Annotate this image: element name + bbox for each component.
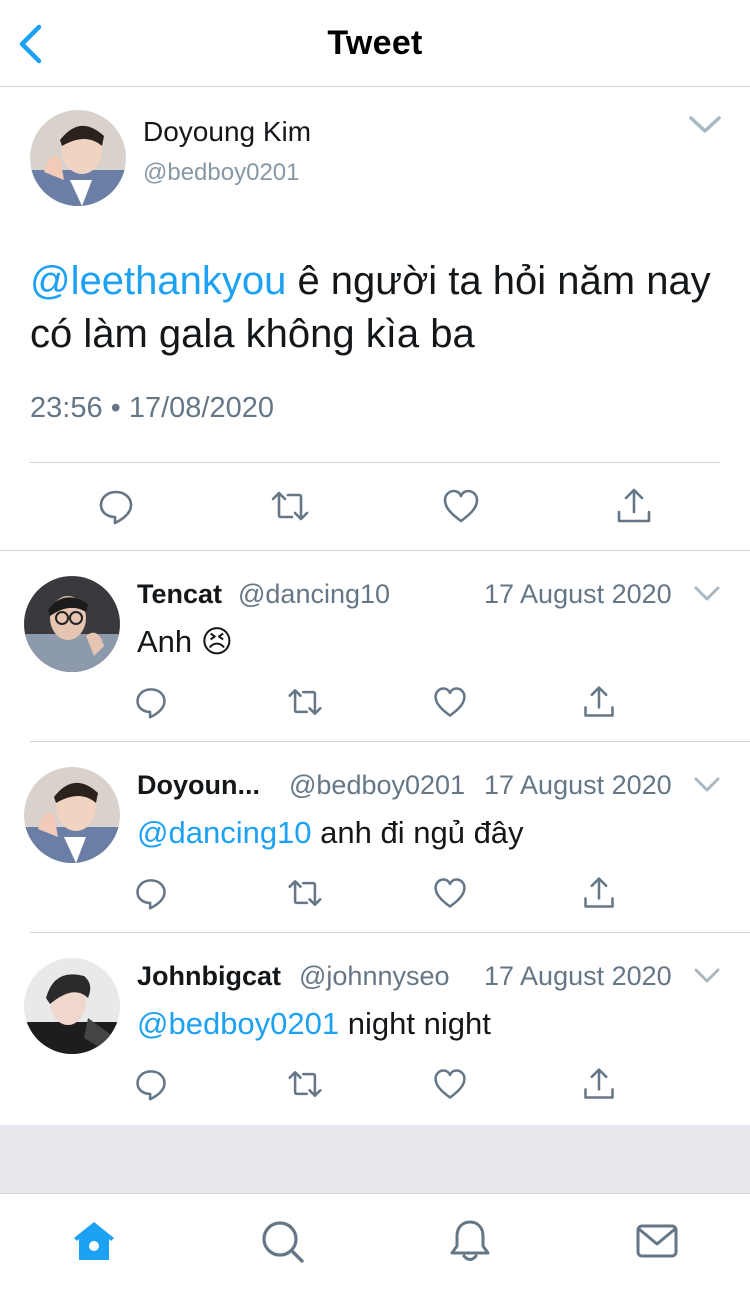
reply-button[interactable] xyxy=(133,875,169,911)
top-bar: Tweet xyxy=(0,0,750,87)
chevron-down-icon xyxy=(694,777,720,792)
reply-button[interactable] xyxy=(133,1066,169,1102)
reply-icon xyxy=(136,879,166,910)
reply-body: anh đi ngủ đây xyxy=(311,815,524,850)
reply-author-name[interactable]: Doyoun... xyxy=(137,770,260,801)
retweet-button[interactable] xyxy=(287,875,323,911)
share-button[interactable] xyxy=(614,486,654,526)
main-tweet: Doyoung Kim @bedboy0201 @leethankyou ê n… xyxy=(0,87,750,551)
reply-author-handle[interactable]: @dancing10 xyxy=(238,579,390,610)
reply-icon xyxy=(136,1070,166,1101)
retweet-icon xyxy=(288,1071,322,1097)
reply-date: 17 August 2020 xyxy=(484,770,672,800)
mention-link[interactable]: @leethankyou xyxy=(30,259,286,303)
like-icon xyxy=(434,878,466,908)
reply-date: 17 August 2020 xyxy=(484,961,672,991)
reply-icon xyxy=(136,688,166,719)
search-icon xyxy=(262,1221,304,1263)
reply-options-button[interactable] xyxy=(694,967,720,985)
like-button[interactable] xyxy=(432,1066,468,1102)
reply-text: @dancing10 anh đi ngủ đây xyxy=(137,815,524,851)
avatar-photo xyxy=(24,767,120,863)
retweet-icon xyxy=(288,880,322,906)
chevron-down-icon xyxy=(689,116,721,133)
avatar[interactable] xyxy=(24,576,120,672)
reply-author-handle[interactable]: @bedboy0201 xyxy=(289,770,465,801)
reply-icon xyxy=(99,490,133,525)
reply-tweet[interactable]: Tencat @dancing10 17 August 2020 Anh 😣 xyxy=(0,551,750,742)
bottom-tab-bar xyxy=(0,1193,750,1292)
tweet-timestamp: 23:56 • 17/08/2020 xyxy=(30,392,274,424)
share-button[interactable] xyxy=(581,875,617,911)
chevron-down-icon xyxy=(694,968,720,983)
avatar-photo xyxy=(24,576,120,672)
like-button[interactable] xyxy=(441,486,481,526)
reply-options-button[interactable] xyxy=(694,776,720,794)
notifications-icon xyxy=(450,1220,490,1261)
divider xyxy=(30,462,720,463)
share-icon xyxy=(584,1068,614,1099)
reply-button[interactable] xyxy=(96,486,136,526)
home-icon xyxy=(74,1222,114,1260)
reply-button[interactable] xyxy=(133,684,169,720)
author-handle[interactable]: @bedboy0201 xyxy=(143,159,300,187)
avatar[interactable] xyxy=(24,958,120,1054)
retweet-button[interactable] xyxy=(287,684,323,720)
reply-tweet[interactable]: Doyoun... @bedboy0201 17 August 2020 @da… xyxy=(0,742,750,933)
chevron-down-icon xyxy=(694,586,720,601)
avatar-photo xyxy=(30,110,126,206)
reply-tweet[interactable]: Johnbigcat @johnnyseo 17 August 2020 @be… xyxy=(0,933,750,1125)
tab-messages[interactable] xyxy=(634,1218,680,1264)
like-icon xyxy=(434,687,466,717)
empty-space xyxy=(0,1125,750,1193)
avatar[interactable] xyxy=(24,767,120,863)
like-icon xyxy=(434,1069,466,1099)
like-button[interactable] xyxy=(432,875,468,911)
reply-author-name[interactable]: Johnbigcat xyxy=(137,961,281,992)
mention-link[interactable]: @bedboy0201 xyxy=(137,1006,339,1041)
like-icon xyxy=(443,489,479,523)
reply-options-button[interactable] xyxy=(694,585,720,603)
share-icon xyxy=(584,877,614,908)
reply-body: Anh xyxy=(137,624,201,659)
reply-text: Anh 😣 xyxy=(137,624,233,660)
author-name[interactable]: Doyoung Kim xyxy=(143,116,311,148)
reply-body: night night xyxy=(339,1006,491,1041)
messages-icon xyxy=(636,1224,678,1258)
like-button[interactable] xyxy=(432,684,468,720)
avatar-photo xyxy=(24,958,120,1054)
reply-author-handle[interactable]: @johnnyseo xyxy=(299,961,450,992)
tab-search[interactable] xyxy=(259,1218,305,1264)
tweet-options-button[interactable] xyxy=(688,113,722,137)
retweet-icon xyxy=(288,689,322,715)
retweet-button[interactable] xyxy=(270,486,310,526)
share-button[interactable] xyxy=(581,1066,617,1102)
retweet-button[interactable] xyxy=(287,1066,323,1102)
share-icon xyxy=(584,686,614,717)
avatar[interactable] xyxy=(30,110,126,206)
page-title: Tweet xyxy=(327,24,423,62)
tab-home[interactable] xyxy=(71,1218,117,1264)
tweet-text: @leethankyou ê người ta hỏi năm nay có l… xyxy=(30,255,720,361)
mention-link[interactable]: @dancing10 xyxy=(137,815,312,850)
tab-notifications[interactable] xyxy=(447,1218,493,1264)
retweet-icon xyxy=(271,491,309,521)
share-icon xyxy=(617,488,651,523)
reply-date: 17 August 2020 xyxy=(484,579,672,609)
reply-author-name[interactable]: Tencat xyxy=(137,579,222,610)
emoji-persevering-face: 😣 xyxy=(200,624,234,659)
reply-text: @bedboy0201 night night xyxy=(137,1006,491,1042)
share-button[interactable] xyxy=(581,684,617,720)
